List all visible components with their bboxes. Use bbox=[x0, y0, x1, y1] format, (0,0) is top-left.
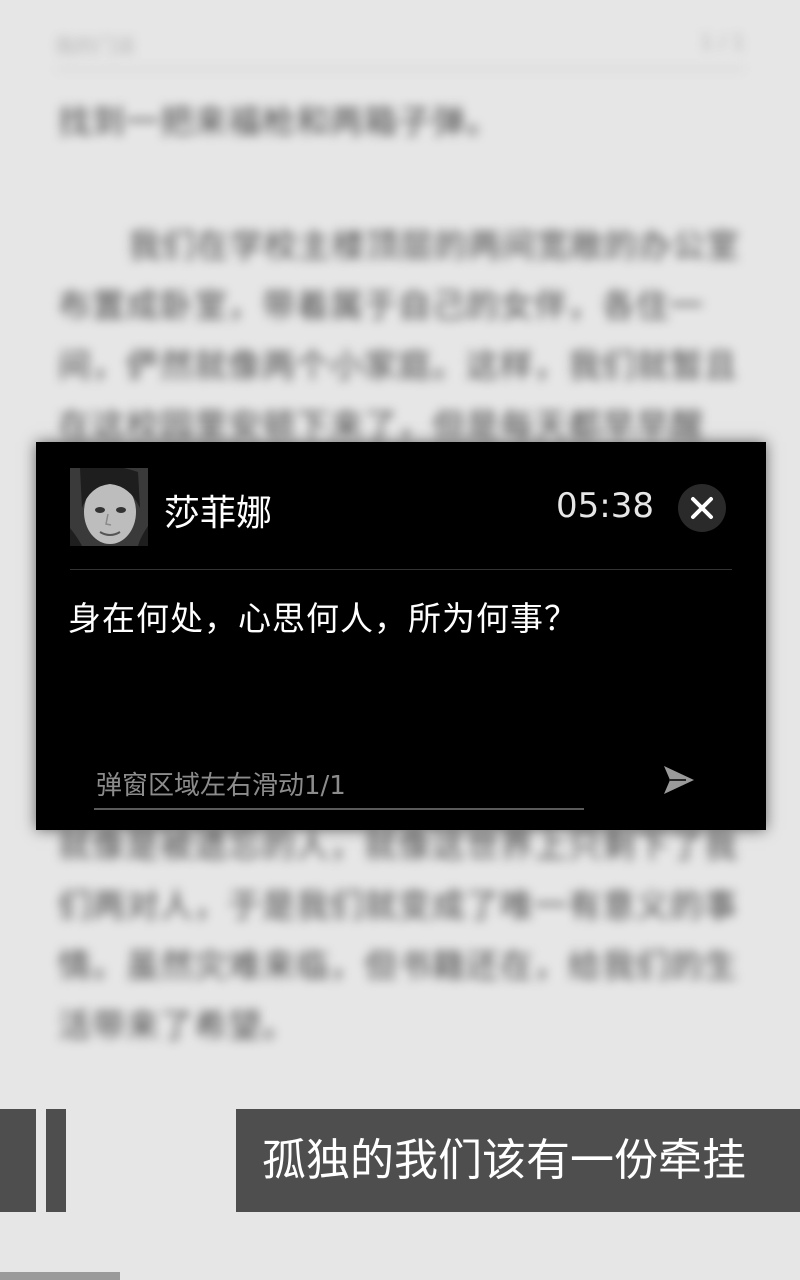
reader-header-page: 1 / 1 bbox=[700, 30, 745, 54]
close-icon bbox=[691, 497, 713, 519]
reader-paragraph: 找到一把来福枪和两箱子弹。 bbox=[58, 102, 500, 141]
banner-title: 孤独的我们该有一份牵挂 bbox=[236, 1109, 800, 1212]
divider bbox=[70, 569, 732, 570]
message-popup[interactable]: 莎菲娜 05:38 身在何处，心思何人，所为何事？ bbox=[36, 442, 766, 830]
message-time: 05:38 bbox=[556, 486, 654, 526]
bottom-progress-line bbox=[0, 1272, 120, 1280]
send-icon bbox=[664, 766, 694, 794]
close-button[interactable] bbox=[678, 484, 726, 532]
banner-left-bar bbox=[0, 1109, 36, 1212]
reply-input[interactable] bbox=[94, 764, 584, 810]
reader-header-title: 我的门派 bbox=[55, 34, 135, 58]
send-button[interactable] bbox=[656, 758, 700, 802]
avatar bbox=[70, 468, 148, 546]
message-text: 身在何处，心思何人，所为何事？ bbox=[68, 599, 578, 638]
banner-mid-bar bbox=[46, 1109, 66, 1212]
sender-name: 莎菲娜 bbox=[164, 493, 273, 534]
reader-header: 我的门派 1 / 1 bbox=[55, 28, 745, 70]
